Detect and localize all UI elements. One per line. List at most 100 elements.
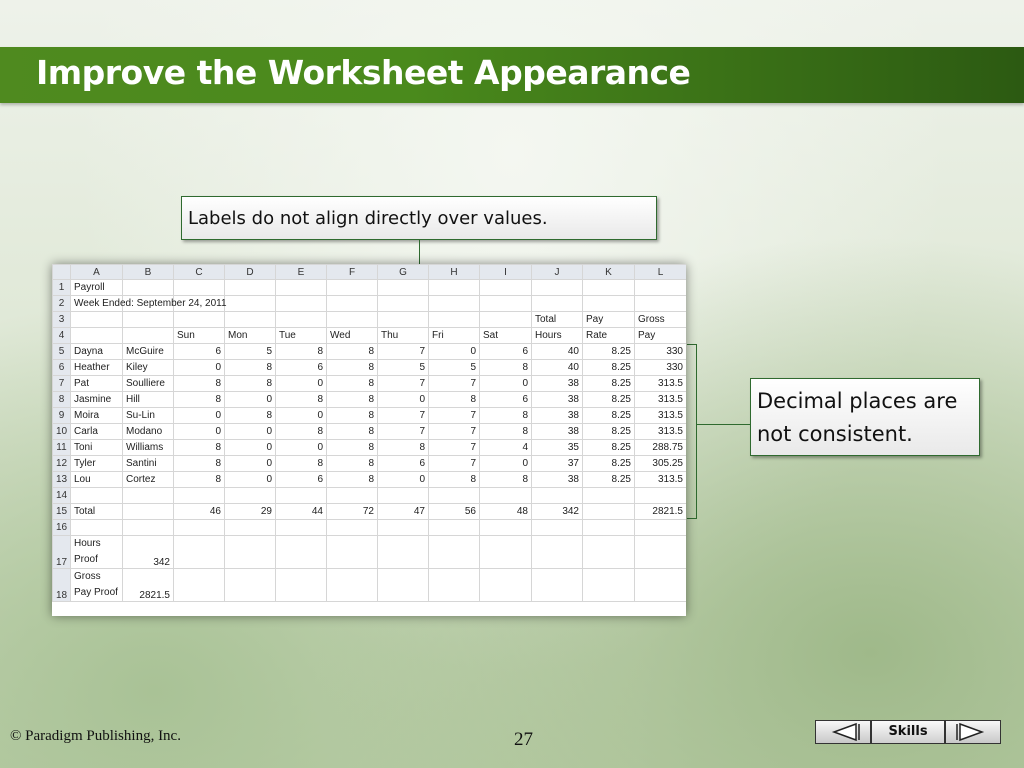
cell-l12: 305.25 (634, 455, 686, 472)
skills-button[interactable]: Skills (871, 720, 945, 744)
cell-i12: 0 (479, 455, 532, 472)
table-row: 10 Carla Modano 0 0 8 8 7 7 8 38 8.25 313.5 (52, 423, 686, 440)
cell-a16 (70, 519, 123, 536)
cell-e11: 0 (275, 439, 327, 456)
slide-title: Improve the Worksheet Appearance (36, 53, 691, 92)
cell-d9: 8 (224, 407, 276, 424)
previous-button[interactable] (815, 720, 871, 744)
cell-l15: 2821.5 (634, 503, 686, 520)
table-row: 12 Tyler Santini 8 0 8 8 6 7 0 37 8.25 305.25 (52, 455, 686, 472)
next-button[interactable] (945, 720, 1001, 744)
cell-a10: Carla (70, 423, 123, 440)
cell-c9: 0 (173, 407, 225, 424)
cell-e5: 8 (275, 343, 327, 360)
row-header: 15 (52, 503, 71, 520)
row-header: 6 (52, 359, 71, 376)
cell-d16 (224, 519, 276, 536)
table-row: 13 Lou Cortez 8 0 6 8 0 8 8 38 8.25 313.5 (52, 471, 686, 488)
cell-b16 (122, 519, 174, 536)
cell-i10: 8 (479, 423, 532, 440)
cell-c10: 0 (173, 423, 225, 440)
cell-f12: 8 (326, 455, 378, 472)
table-row: 6 Heather Kiley 0 8 6 8 5 5 8 40 8.25 330 (52, 359, 686, 376)
cell-h17 (428, 535, 480, 569)
cell-f15: 72 (326, 503, 378, 520)
cell-k8: 8.25 (582, 391, 635, 408)
cell-j7: 38 (531, 375, 583, 392)
cell-h15: 56 (428, 503, 480, 520)
cell-l9: 313.5 (634, 407, 686, 424)
cell-g17 (377, 535, 429, 569)
cell-k4: Rate (582, 327, 635, 344)
table-row: 17 Hours Proof 342 (52, 535, 686, 569)
column-header: C (173, 264, 225, 280)
cell-l1 (634, 279, 686, 296)
cell-i6: 8 (479, 359, 532, 376)
cell-b9: Su-Lin (122, 407, 174, 424)
cell-d6: 8 (224, 359, 276, 376)
cell-h12: 7 (428, 455, 480, 472)
cell-g11: 8 (377, 439, 429, 456)
cell-b11: Williams (122, 439, 174, 456)
cell-k7: 8.25 (582, 375, 635, 392)
cell-h16 (428, 519, 480, 536)
cell-e12: 8 (275, 455, 327, 472)
cell-h9: 7 (428, 407, 480, 424)
cell-a11: Toni (70, 439, 123, 456)
cell-h6: 5 (428, 359, 480, 376)
bracket-vertical (696, 344, 697, 519)
cell-d10: 0 (224, 423, 276, 440)
cell-e7: 0 (275, 375, 327, 392)
cell-d17 (224, 535, 276, 569)
cell-c6: 0 (173, 359, 225, 376)
cell-b15 (122, 503, 174, 520)
table-row: 8 Jasmine Hill 8 0 8 8 0 8 6 38 8.25 313.5 (52, 391, 686, 408)
bracket-top (687, 344, 697, 345)
cell-k14 (582, 487, 635, 504)
cell-d13: 0 (224, 471, 276, 488)
cell-i14 (479, 487, 532, 504)
cell-k3: Pay (582, 311, 635, 328)
cell-f16 (326, 519, 378, 536)
cell-g12: 6 (377, 455, 429, 472)
cell-e18 (275, 568, 327, 602)
cell-d12: 0 (224, 455, 276, 472)
cell-f6: 8 (326, 359, 378, 376)
connector-right (697, 424, 750, 425)
cell-c5: 6 (173, 343, 225, 360)
cell-c3 (173, 311, 225, 328)
cell-g10: 7 (377, 423, 429, 440)
cell-l14 (634, 487, 686, 504)
cell-c12: 8 (173, 455, 225, 472)
row-header: 5 (52, 343, 71, 360)
cell-d5: 5 (224, 343, 276, 360)
cell-a13: Lou (70, 471, 123, 488)
cell-b17: 342 (122, 535, 174, 569)
cell-h11: 7 (428, 439, 480, 456)
cell-b7: Soulliere (122, 375, 174, 392)
cell-h10: 7 (428, 423, 480, 440)
cell-i13: 8 (479, 471, 532, 488)
cell-d14 (224, 487, 276, 504)
cell-d3 (224, 311, 276, 328)
cell-d11: 0 (224, 439, 276, 456)
cell-k10: 8.25 (582, 423, 635, 440)
cell-c13: 8 (173, 471, 225, 488)
cell-h7: 7 (428, 375, 480, 392)
cell-k5: 8.25 (582, 343, 635, 360)
table-row: 5 Dayna McGuire 6 5 8 8 7 0 6 40 8.25 330 (52, 343, 686, 360)
cell-d7: 8 (224, 375, 276, 392)
cell-l4: Pay (634, 327, 686, 344)
cell-a2: Week Ended: September 24, 2011 (70, 295, 227, 312)
row-header: 1 (52, 279, 71, 296)
table-row: 9 Moira Su-Lin 0 8 0 8 7 7 8 38 8.25 313.5 (52, 407, 686, 424)
column-header: J (531, 264, 583, 280)
cell-l16 (634, 519, 686, 536)
table-row: 7 Pat Soulliere 8 8 0 8 7 7 0 38 8.25 313.5 (52, 375, 686, 392)
column-header: E (275, 264, 327, 280)
row-header: 7 (52, 375, 71, 392)
cell-j15: 342 (531, 503, 583, 520)
cell-c1 (173, 279, 225, 296)
column-header: D (224, 264, 276, 280)
cell-j11: 35 (531, 439, 583, 456)
